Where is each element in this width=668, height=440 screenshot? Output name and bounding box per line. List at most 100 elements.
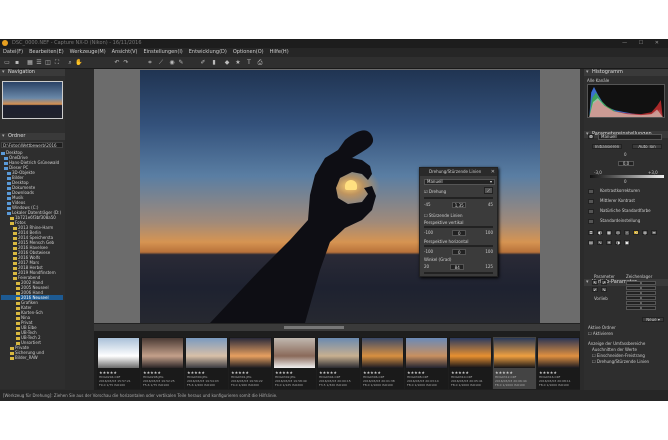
ph-input[interactable]: 0 bbox=[452, 249, 467, 255]
histogram-icon[interactable]: ▮ bbox=[210, 59, 218, 67]
menu-item-2[interactable]: Werkzeuge(M) bbox=[70, 49, 106, 56]
preset-field[interactable]: 0 bbox=[626, 301, 656, 305]
compare-icon[interactable]: ◫ bbox=[44, 59, 52, 67]
pv-input[interactable]: 0 bbox=[452, 230, 467, 236]
preset-field[interactable]: 0 bbox=[626, 296, 656, 300]
exposure-input[interactable]: 0,0 bbox=[618, 161, 634, 166]
folder-icon[interactable]: ▭ bbox=[3, 59, 11, 67]
film-thumbnail[interactable]: ★★★★★ HDG0310.CRF 2016/03/03 20:05:41 F8.0 … bbox=[449, 337, 492, 389]
menu-item-1[interactable]: Bearbeiten(E) bbox=[29, 49, 64, 56]
ph-slider[interactable] bbox=[424, 245, 493, 247]
adjust-menu-item[interactable]: Mittlerer Kontrast bbox=[588, 197, 664, 205]
init-button[interactable]: Initialisieren bbox=[592, 144, 622, 149]
wb-tool-icon[interactable]: ☀ bbox=[606, 240, 612, 245]
extra-3-checkbox[interactable]: ☐ Einschneiden-Freistrang bbox=[592, 353, 645, 358]
curves-tool-icon[interactable]: ∿ bbox=[597, 240, 603, 245]
more-tool-icon[interactable]: ≡ bbox=[651, 230, 657, 235]
film-thumbnail[interactable]: ★★★★★ HDG0306.CRF 2016/03/03 20:01:38 F8.0 … bbox=[361, 337, 404, 389]
scroll-thumb[interactable] bbox=[284, 326, 344, 329]
picture-control-icon[interactable]: ▣ bbox=[624, 240, 630, 245]
folders-header[interactable]: Ordner bbox=[0, 133, 65, 140]
rating-icon[interactable]: ★ bbox=[234, 59, 242, 67]
redeye-icon[interactable]: ◉ bbox=[168, 59, 176, 67]
menu-item-6[interactable]: Optionen(O) bbox=[233, 49, 264, 56]
histogram-channel[interactable]: Alle Kanäle bbox=[587, 78, 609, 83]
menu-item-7[interactable]: Hilfe(H) bbox=[270, 49, 289, 56]
straighten-tool-icon[interactable]: ⟋ bbox=[484, 187, 493, 194]
film-thumbnail[interactable]: ★★★★★ HDG0312.CRF 2016/03/03 20:06:44 F8.0 … bbox=[493, 337, 536, 389]
adjust-menu-item[interactable]: Standardeinstellung bbox=[588, 217, 664, 225]
hand-icon[interactable]: ✋ bbox=[75, 59, 83, 67]
navigation-header[interactable]: Navigation bbox=[0, 69, 65, 76]
close-icon[interactable]: ✕ bbox=[491, 169, 495, 175]
histogram-header[interactable]: Histogramm bbox=[584, 69, 668, 76]
film-thumbnail[interactable]: ★★★★★ HDG0304.CRF 2016/03/03 20:00:15 F3.5 … bbox=[317, 337, 360, 389]
folder-item[interactable]: Bilder_RAW bbox=[1, 355, 63, 360]
film-thumbnail[interactable]: ★★★★★ HDG0298.JPG 2016/03/03 19:52:25 F5.6 … bbox=[141, 337, 184, 389]
menu-item-3[interactable]: Ansicht(V) bbox=[112, 49, 138, 56]
pv-slider[interactable] bbox=[424, 226, 493, 228]
dlighting-tool-icon[interactable]: ◑ bbox=[615, 240, 621, 245]
preset-field[interactable]: 0 bbox=[626, 306, 656, 310]
sharpen-tool-icon[interactable]: △ bbox=[624, 230, 630, 235]
crop-icon[interactable]: ⌗ bbox=[146, 59, 154, 67]
print-icon[interactable]: ⎙ bbox=[256, 59, 264, 67]
preset-field[interactable]: 0 bbox=[626, 291, 656, 295]
list-icon[interactable]: ☰ bbox=[35, 59, 43, 67]
film-thumbnail[interactable]: ★★★★★ HDG0316.CRF 2016/03/03 20:08:11 F8.0 … bbox=[537, 337, 580, 389]
rotation-slider[interactable] bbox=[424, 197, 493, 199]
straighten-icon[interactable]: ⟋ bbox=[157, 59, 165, 67]
fullscreen-icon[interactable]: ⛶ bbox=[53, 59, 61, 67]
save-icon[interactable]: ▪ bbox=[13, 59, 21, 67]
menu-item-4[interactable]: Einstellungen(I) bbox=[143, 49, 182, 56]
rotate-tool-icon[interactable]: ⟲ bbox=[633, 230, 639, 235]
rotation-input[interactable]: 1,35 bbox=[452, 202, 467, 208]
vignette-tool-icon[interactable]: ◍ bbox=[642, 230, 648, 235]
viewer-scrollbar[interactable] bbox=[94, 323, 580, 331]
window-controls[interactable]: — ☐ ✕ bbox=[622, 40, 664, 46]
film-thumbnail[interactable]: ★★★★★ HDG0302.JPG 2016/03/03 19:58:49 F4.0 … bbox=[273, 337, 316, 389]
reset-button[interactable]: Neue ▾ bbox=[642, 317, 664, 322]
folder-path-field[interactable]: D:\Fotos\Wettbewerb\2016 bbox=[1, 142, 63, 148]
noise-tool-icon[interactable]: ▦ bbox=[606, 230, 612, 235]
perspective-checkbox[interactable]: ☐ Stürzende Linien bbox=[424, 213, 463, 218]
levels-tool-icon[interactable]: ▤ bbox=[588, 240, 594, 245]
preset-field[interactable]: 0 bbox=[626, 286, 656, 290]
menu-item-0[interactable]: Datei(F) bbox=[3, 49, 23, 56]
settings-icon[interactable]: ⚙ bbox=[588, 134, 594, 139]
film-thumbnail[interactable]: ★★★★★ HDG0300.JPG 2016/03/03 19:54:03 F5.6 … bbox=[185, 337, 228, 389]
adjust-menu-item[interactable]: Natürliche Standardfarbe bbox=[588, 207, 664, 215]
arrow-sw-icon[interactable]: ↙ bbox=[592, 287, 598, 292]
angle-input[interactable]: 84 bbox=[450, 264, 465, 270]
rotate-right-icon[interactable]: ↷ bbox=[122, 59, 130, 67]
preset-select[interactable]: Manuell bbox=[598, 134, 662, 140]
autotone-button[interactable]: Auto Ton bbox=[632, 144, 662, 149]
arrow-se-icon[interactable]: ↘ bbox=[601, 287, 607, 292]
exposure-slider[interactable] bbox=[590, 175, 664, 178]
preset-field[interactable]: 0 bbox=[626, 281, 656, 285]
image-viewer[interactable]: Drehung/Stürzende Linien ✕ Manuell ▾ ☑ Dr… bbox=[94, 69, 580, 361]
film-thumbnail[interactable]: ★★★★★ HDG0301.JPG 2016/03/03 19:56:22 F4.0 … bbox=[229, 337, 272, 389]
adjust-menu-item[interactable]: Kontrastkorrekturen bbox=[588, 187, 664, 195]
navigation-preview[interactable] bbox=[2, 81, 63, 119]
mode-select[interactable]: Manuell ▾ bbox=[424, 179, 495, 185]
active-checkbox[interactable]: ☐ Aktivieren bbox=[588, 331, 613, 336]
text-icon[interactable]: T bbox=[245, 59, 253, 67]
film-thumbnail[interactable]: ★★★★★ HDG0308.CRF 2016/03/03 20:03:14 F8.0 … bbox=[405, 337, 448, 389]
crop-tool-icon[interactable]: ⌗ bbox=[588, 230, 594, 235]
lens-tool-icon[interactable]: ◎ bbox=[615, 230, 621, 235]
arrow-nw-icon[interactable]: ↖ bbox=[592, 280, 598, 285]
grid-icon[interactable]: ▦ bbox=[26, 59, 34, 67]
retouch-icon[interactable]: ✎ bbox=[177, 59, 185, 67]
label-icon[interactable]: ◆ bbox=[223, 59, 231, 67]
extra-4-checkbox[interactable]: ☐ Drehung/Stürzende Linien bbox=[592, 359, 649, 364]
picker-icon[interactable]: ✐ bbox=[199, 59, 207, 67]
angle-slider[interactable] bbox=[424, 272, 493, 274]
film-thumbnail[interactable]: ★★★★★ HDG0294.CRF 2016/03/03 15:57:21 F9.0 … bbox=[97, 337, 140, 389]
menu-item-5[interactable]: Entwicklung(D) bbox=[189, 49, 227, 56]
rotation-checkbox[interactable]: ☑ Drehung bbox=[424, 189, 446, 194]
rotate-left-icon[interactable]: ↶ bbox=[113, 59, 121, 67]
arrow-ne-icon[interactable]: ↗ bbox=[601, 280, 607, 285]
zoom-icon[interactable]: ⌕ bbox=[66, 59, 74, 67]
color-tool-icon[interactable]: ◐ bbox=[597, 230, 603, 235]
